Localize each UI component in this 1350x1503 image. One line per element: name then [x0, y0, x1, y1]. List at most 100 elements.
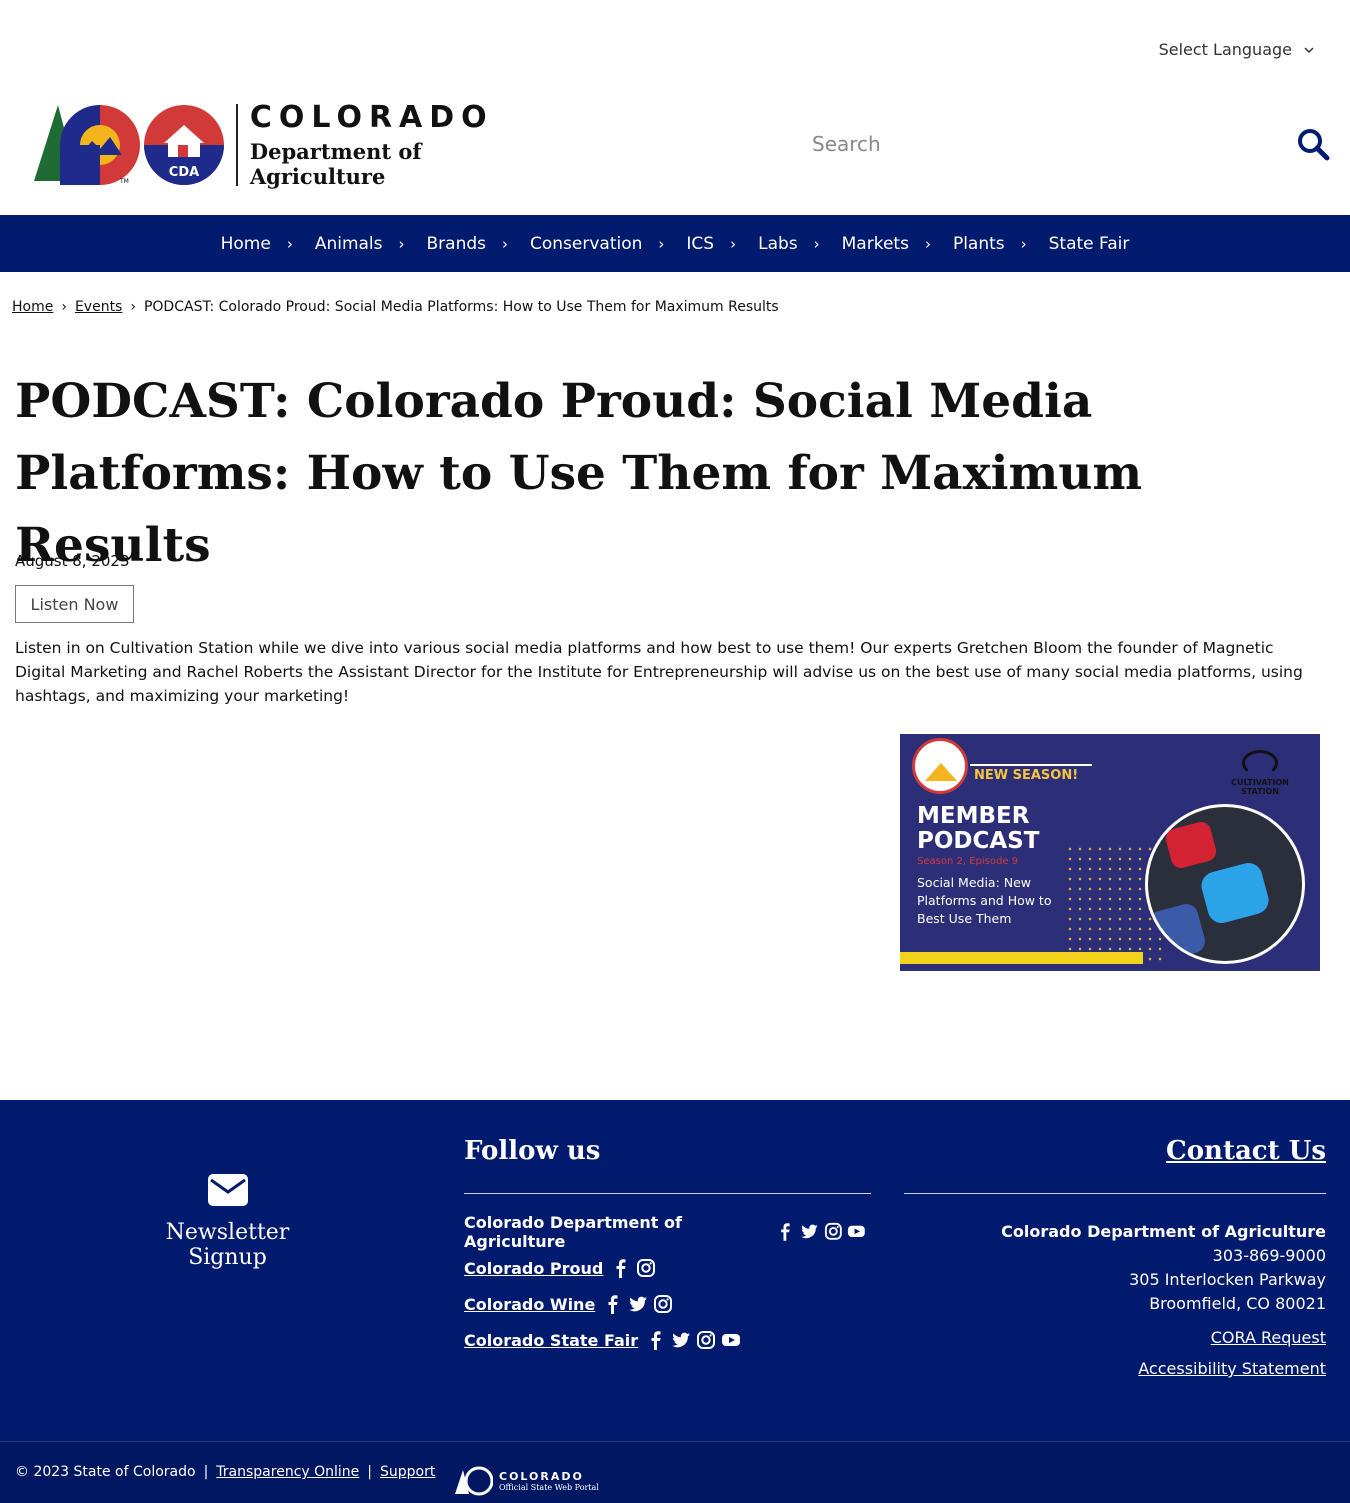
- breadcrumb-events-link[interactable]: Events: [75, 299, 122, 315]
- instagram-icon[interactable]: [653, 1294, 673, 1314]
- nav-item-label: Markets: [841, 233, 909, 254]
- promo-divider: [970, 764, 1092, 766]
- nav-item-label: Conservation: [530, 233, 643, 254]
- language-label: Select Language: [1158, 40, 1292, 59]
- facebook-icon[interactable]: [646, 1330, 666, 1350]
- breadcrumb: Home › Events › PODCAST: Colorado Proud:…: [12, 299, 779, 315]
- accessibility-statement-link[interactable]: Accessibility Statement: [904, 1359, 1326, 1378]
- copyright-text: © 2023 State of Colorado: [15, 1464, 196, 1480]
- nav-item-animals[interactable]: Animals ›: [315, 234, 427, 254]
- nav-item-label: Home: [220, 233, 271, 254]
- facebook-icon[interactable]: [776, 1222, 795, 1242]
- portal-wordmark: COLORADO Official State Web Portal: [499, 1470, 599, 1492]
- breadcrumb-current: PODCAST: Colorado Proud: Social Media Pl…: [143, 299, 779, 315]
- state-portal-logo[interactable]: COLORADO Official State Web Portal: [455, 1466, 599, 1496]
- chevron-down-icon: [1304, 46, 1314, 53]
- search-input[interactable]: Search: [800, 132, 1296, 156]
- breadcrumb-home-link[interactable]: Home: [12, 299, 53, 315]
- follow-divider: [464, 1193, 871, 1194]
- follow-us-title: Follow us: [464, 1136, 601, 1166]
- transparency-online-link[interactable]: Transparency Online: [216, 1464, 359, 1480]
- event-description: Listen in on Cultivation Station while w…: [15, 639, 1303, 705]
- social-row: Colorado Wine: [464, 1286, 871, 1322]
- nav-item-label: State Fair: [1048, 233, 1130, 254]
- colorado-proud-logo-icon: [912, 738, 968, 794]
- chevron-right-icon: ›: [1020, 234, 1027, 253]
- podcast-promo-image: NEW SEASON! MEMBER PODCAST Season 2, Epi…: [900, 734, 1320, 971]
- chevron-right-icon: ›: [658, 234, 665, 253]
- cultivation-station-logo: CULTIVATION STATION: [1226, 750, 1294, 796]
- instagram-icon[interactable]: [824, 1222, 843, 1242]
- app-icon: [1163, 819, 1219, 871]
- support-link[interactable]: Support: [380, 1464, 435, 1480]
- site-logo[interactable]: TM CDA COLORADO Department of Agricultur…: [28, 100, 548, 190]
- nav-item-label: Plants: [952, 233, 1005, 254]
- follow-us-section: Follow us Colorado Department of Agricul…: [464, 1136, 871, 1358]
- youtube-icon[interactable]: [847, 1222, 866, 1242]
- social-account-name: Colorado Department of Agriculture: [464, 1213, 682, 1251]
- page-title: PODCAST: Colorado Proud: Social Media Pl…: [15, 374, 1143, 573]
- logo-wordmark: COLORADO Department of Agriculture: [250, 101, 548, 190]
- chevron-right-icon: ›: [286, 234, 293, 253]
- promo-subtitle: Social Media: New Platforms and How to B…: [917, 875, 1052, 926]
- newsletter-signup-link[interactable]: Newsletter Signup: [125, 1174, 330, 1270]
- promo-episode: Season 2, Episode 9: [917, 856, 1019, 867]
- social-row: Colorado State Fair: [464, 1322, 871, 1358]
- envelope-icon: [207, 1174, 248, 1206]
- contact-city: Broomfield, CO 80021: [1149, 1294, 1326, 1313]
- separator: |: [367, 1464, 373, 1480]
- nav-item-markets[interactable]: Markets ›: [842, 234, 953, 254]
- nav-item-label: Animals: [314, 233, 383, 254]
- language-select[interactable]: Select Language: [1159, 40, 1314, 59]
- nav-item-brands[interactable]: Brands ›: [427, 234, 531, 254]
- youtube-icon[interactable]: [721, 1330, 741, 1350]
- social-apps-photo: [1145, 804, 1305, 964]
- search-icon[interactable]: [1296, 127, 1330, 161]
- contact-divider: [904, 1193, 1326, 1194]
- chevron-right-icon: ›: [924, 234, 931, 253]
- twitter-icon[interactable]: [800, 1222, 819, 1242]
- footer-bottom-bar: © 2023 State of Colorado | Transparency On…: [0, 1441, 1350, 1503]
- nav-item-home[interactable]: Home ›: [221, 234, 315, 254]
- portal-name: COLORADO: [499, 1470, 584, 1483]
- contact-street: 305 Interlocken Parkway: [1129, 1270, 1326, 1289]
- nav-item-state-fair[interactable]: State Fair: [1049, 234, 1130, 254]
- event-date: August 8, 2023: [15, 552, 130, 570]
- contact-us-link[interactable]: Contact Us: [904, 1136, 1326, 1166]
- chevron-right-icon: ›: [813, 234, 820, 253]
- nav-item-label: ICS: [686, 233, 715, 254]
- separator: |: [203, 1464, 209, 1480]
- seal-text: CDA: [169, 165, 199, 180]
- nav-item-ics[interactable]: ICS ›: [686, 234, 758, 254]
- broadcast-icon: [1242, 750, 1278, 776]
- social-account-name[interactable]: Colorado State Fair: [464, 1331, 638, 1350]
- nav-item-labs[interactable]: Labs ›: [758, 234, 842, 254]
- facebook-icon[interactable]: [611, 1258, 631, 1278]
- contact-org: Colorado Department of Agriculture: [1001, 1222, 1326, 1241]
- twitter-icon[interactable]: [628, 1294, 648, 1314]
- logo-divider: [236, 104, 238, 186]
- twitter-icon[interactable]: [671, 1330, 691, 1350]
- nav-item-label: Brands: [426, 233, 487, 254]
- instagram-icon[interactable]: [636, 1258, 656, 1278]
- colorado-c-logo-icon: TM: [34, 105, 140, 185]
- facebook-icon[interactable]: [603, 1294, 623, 1314]
- promo-new-season: NEW SEASON!: [974, 768, 1079, 783]
- newsletter-label: Newsletter Signup: [165, 1220, 290, 1270]
- cultivation-station-label: CULTIVATION STATION: [1231, 778, 1289, 796]
- social-account-name[interactable]: Colorado Wine: [464, 1295, 595, 1314]
- site-footer: Newsletter Signup Follow us Colorado Dep…: [0, 1100, 1350, 1503]
- nav-item-conservation[interactable]: Conservation ›: [530, 234, 686, 254]
- colorado-c-logo-icon: [455, 1466, 493, 1496]
- chevron-right-icon: ›: [398, 234, 405, 253]
- social-row: Colorado Proud: [464, 1250, 871, 1286]
- social-row: Colorado Department of Agriculture: [464, 1213, 871, 1251]
- promo-heading: MEMBER PODCAST: [917, 803, 1040, 854]
- twitter-app-icon: [1198, 859, 1272, 927]
- cora-request-link[interactable]: CORA Request: [904, 1328, 1326, 1347]
- nav-item-plants[interactable]: Plants ›: [953, 234, 1049, 254]
- listen-now-button[interactable]: Listen Now: [15, 585, 134, 623]
- instagram-icon[interactable]: [696, 1330, 716, 1350]
- social-account-name[interactable]: Colorado Proud: [464, 1259, 603, 1278]
- chevron-right-icon: ›: [730, 234, 737, 253]
